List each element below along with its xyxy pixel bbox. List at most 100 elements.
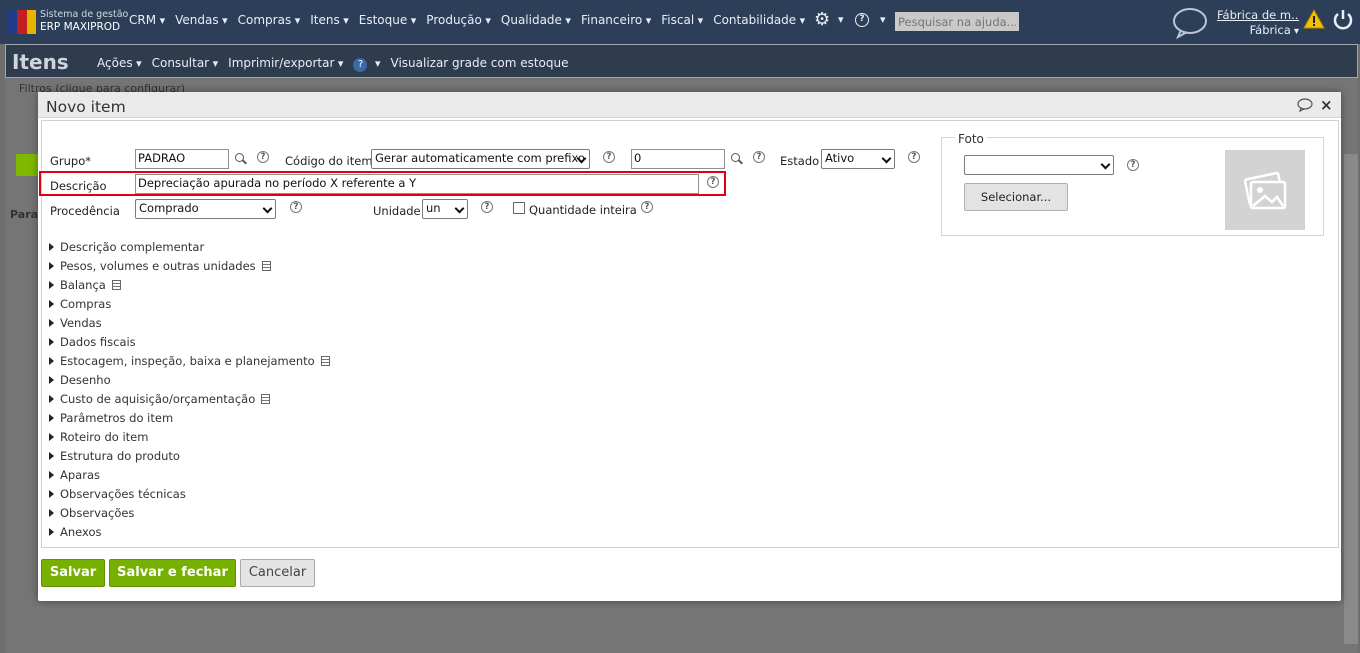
imprimir-exportar-menu[interactable]: Imprimir/exportar — [228, 56, 343, 72]
gear-icon[interactable]: ⚙ — [814, 9, 830, 30]
dialog-title: Novo item — [46, 98, 126, 116]
caret-right-icon — [49, 509, 54, 517]
quantidade-inteira-checkbox[interactable] — [513, 202, 525, 214]
menu-producao[interactable]: Produção — [426, 13, 491, 27]
codigo-item-label: Código do item — [285, 154, 373, 168]
section-pesos-volumes[interactable]: Pesos, volumes e outras unidades — [49, 259, 330, 278]
descricao-field[interactable]: Depreciação apurada no período X referen… — [135, 174, 699, 194]
cancel-button[interactable]: Cancelar — [240, 559, 315, 587]
caret-right-icon — [49, 338, 54, 346]
page-help-menu[interactable]: ? — [353, 56, 380, 72]
document-icon — [111, 280, 121, 290]
top-navbar: Sistema de gestão ERP MAXIPROD CRM Venda… — [0, 0, 1360, 44]
caret-right-icon — [49, 395, 54, 403]
menu-compras[interactable]: Compras — [238, 13, 301, 27]
help-icon[interactable]: ? — [855, 13, 869, 27]
help-icon[interactable]: ? — [641, 201, 653, 213]
procedencia-label: Procedência — [50, 204, 120, 218]
section-anexos[interactable]: Anexos — [49, 525, 330, 544]
brand-subtitle: Sistema de gestão — [40, 9, 129, 20]
menu-contabilidade[interactable]: Contabilidade — [713, 13, 805, 27]
quantidade-inteira-label[interactable]: Quantidade inteira — [529, 203, 637, 217]
section-label: Compras — [60, 297, 112, 311]
visualizar-grade-link[interactable]: Visualizar grade com estoque — [391, 56, 569, 72]
help-icon[interactable]: ? — [1127, 159, 1139, 171]
brand-name: ERP MAXIPROD — [40, 21, 121, 33]
help-icon[interactable]: ? — [707, 176, 719, 188]
save-button[interactable]: Salvar — [41, 559, 105, 587]
help-search-input[interactable] — [895, 12, 1019, 31]
section-label: Estocagem, inspeção, baixa e planejament… — [60, 354, 315, 368]
section-dados-fiscais[interactable]: Dados fiscais — [49, 335, 330, 354]
help-icon[interactable]: ? — [908, 151, 920, 163]
company-name-link[interactable]: Fábrica de m... — [1217, 8, 1299, 23]
section-desenho[interactable]: Desenho — [49, 373, 330, 392]
power-icon[interactable] — [1332, 9, 1354, 31]
unidade-select[interactable]: un — [422, 199, 468, 219]
dialog-body: Grupo* PADRAO ? Código do item Gerar aut… — [39, 120, 1339, 548]
caret-right-icon — [49, 357, 54, 365]
page-title: Itens — [12, 50, 69, 74]
search-icon[interactable] — [235, 153, 247, 165]
help-icon[interactable]: ? — [603, 151, 615, 163]
help-icon[interactable]: ? — [290, 201, 302, 213]
codigo-prefix-field[interactable]: 0 — [631, 149, 725, 169]
section-observacoes-tecnicas[interactable]: Observações técnicas — [49, 487, 330, 506]
caret-right-icon — [49, 452, 54, 460]
user-company[interactable]: Fábrica de m... Fábrica — [1217, 8, 1299, 39]
page-menu: Ações Consultar Imprimir/exportar ? Visu… — [97, 56, 579, 72]
section-label: Roteiro do item — [60, 430, 149, 444]
section-descricao-complementar[interactable]: Descrição complementar — [49, 240, 330, 259]
chat-icon[interactable] — [1172, 7, 1208, 39]
company-selector[interactable]: Fábrica — [1250, 23, 1299, 37]
estado-select[interactable]: Ativo — [821, 149, 895, 169]
section-estocagem[interactable]: Estocagem, inspeção, baixa e planejament… — [49, 354, 330, 373]
section-parametros[interactable]: Parâmetros do item — [49, 411, 330, 430]
section-roteiro[interactable]: Roteiro do item — [49, 430, 330, 449]
menu-crm[interactable]: CRM — [129, 13, 165, 27]
caret-right-icon — [49, 281, 54, 289]
codigo-mode-select[interactable]: Gerar automaticamente com prefixo — [371, 149, 590, 169]
document-icon — [320, 356, 330, 366]
document-icon — [261, 261, 271, 271]
grupo-field[interactable]: PADRAO — [135, 149, 229, 169]
section-label: Pesos, volumes e outras unidades — [60, 259, 256, 273]
section-label: Observações técnicas — [60, 487, 186, 501]
close-icon[interactable]: × — [1320, 96, 1333, 114]
section-vendas[interactable]: Vendas — [49, 316, 330, 335]
maxiprod-logo[interactable] — [8, 10, 36, 34]
help-icon[interactable]: ? — [753, 151, 765, 163]
help-icon: ? — [353, 58, 368, 72]
section-label: Anexos — [60, 525, 102, 539]
menu-itens[interactable]: Itens — [310, 13, 349, 27]
foto-select[interactable] — [964, 155, 1114, 175]
menu-vendas[interactable]: Vendas — [175, 13, 228, 27]
select-photo-button[interactable]: Selecionar... — [964, 183, 1068, 211]
new-item-dialog: Novo item × Grupo* PADRAO ? Código do it… — [38, 92, 1341, 601]
section-observacoes[interactable]: Observações — [49, 506, 330, 525]
section-estrutura[interactable]: Estrutura do produto — [49, 449, 330, 468]
help-icon[interactable]: ? — [481, 201, 493, 213]
help-icon[interactable]: ? — [257, 151, 269, 163]
dialog-titlebar[interactable]: Novo item × — [38, 92, 1341, 118]
save-and-close-button[interactable]: Salvar e fechar — [109, 559, 236, 587]
chevron-down-icon[interactable]: ▾ — [838, 13, 844, 26]
consultar-menu[interactable]: Consultar — [152, 56, 219, 72]
warning-icon[interactable] — [1303, 9, 1325, 29]
main-menu: CRM Vendas Compras Itens Estoque Produçã… — [129, 13, 815, 27]
search-icon[interactable] — [731, 153, 743, 165]
menu-qualidade[interactable]: Qualidade — [501, 13, 571, 27]
acoes-menu[interactable]: Ações — [97, 56, 142, 72]
procedencia-select[interactable]: Comprado — [135, 199, 276, 219]
menu-financeiro[interactable]: Financeiro — [581, 13, 651, 27]
menu-fiscal[interactable]: Fiscal — [661, 13, 703, 27]
section-aparas[interactable]: Aparas — [49, 468, 330, 487]
menu-estoque[interactable]: Estoque — [359, 13, 417, 27]
section-compras[interactable]: Compras — [49, 297, 330, 316]
page-scrollbar[interactable] — [1344, 154, 1358, 644]
chevron-down-icon[interactable]: ▾ — [880, 13, 886, 26]
section-custo-aquisicao[interactable]: Custo de aquisição/orçamentação — [49, 392, 330, 411]
comment-icon[interactable] — [1297, 98, 1313, 112]
section-balanca[interactable]: Balança — [49, 278, 330, 297]
section-label: Dados fiscais — [60, 335, 136, 349]
